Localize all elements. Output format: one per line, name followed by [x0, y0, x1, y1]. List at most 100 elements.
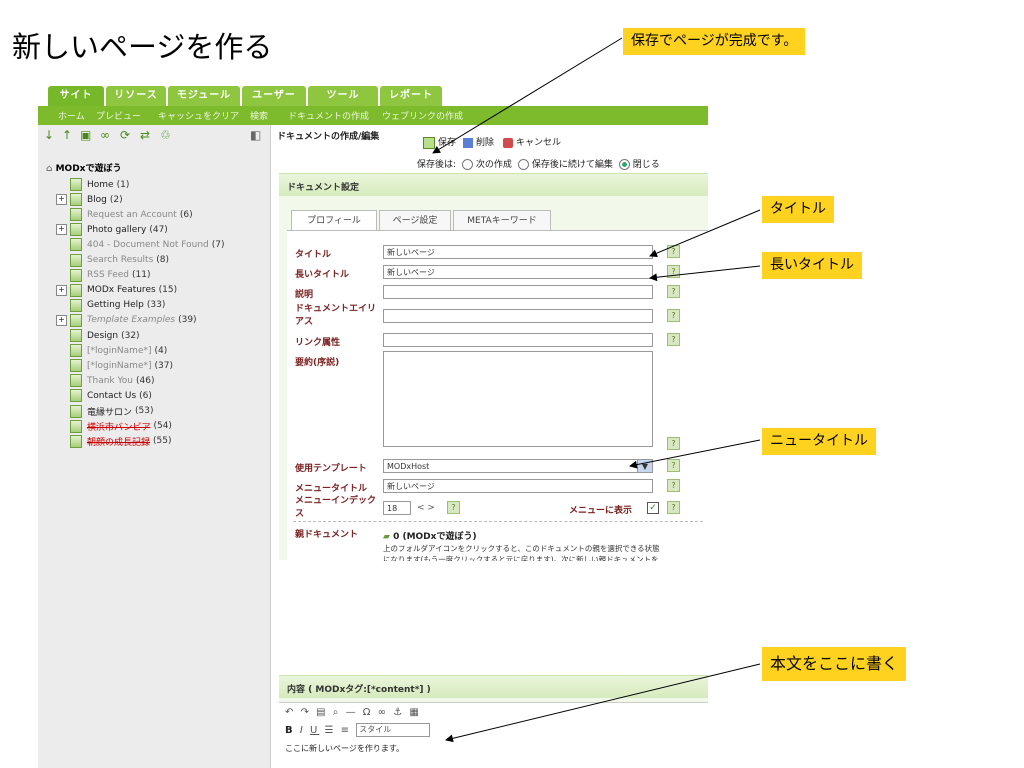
tree-item[interactable]: Design (32): [56, 328, 140, 343]
radio-close[interactable]: [618, 159, 630, 170]
subnav-create-document[interactable]: ドキュメントの作成: [288, 109, 369, 122]
tree-item[interactable]: Thank You (46): [56, 373, 155, 388]
tree-item[interactable]: RSS Feed (11): [56, 268, 151, 283]
tab-site[interactable]: サイト: [48, 86, 104, 106]
help-icon[interactable]: ?: [667, 479, 680, 492]
help-icon[interactable]: ?: [667, 309, 680, 322]
callout-new-title: ニュータイトル: [762, 428, 876, 455]
hide-tree-icon[interactable]: ◧: [250, 128, 261, 142]
tab-tools[interactable]: ツール: [308, 86, 378, 106]
undo-icon[interactable]: ↶: [285, 707, 295, 718]
tab-resources[interactable]: リソース: [106, 86, 166, 106]
tree-item[interactable]: Home (1): [56, 177, 129, 192]
help-icon[interactable]: ?: [667, 501, 680, 514]
template-select[interactable]: MODxHost ▼: [383, 459, 653, 473]
tree-item[interactable]: + Template Examples (39): [56, 313, 197, 328]
collapse-tree-icon[interactable]: ↑: [62, 128, 72, 142]
description-input[interactable]: [383, 285, 653, 299]
tab-profile[interactable]: プロフィール: [291, 210, 377, 231]
align-icon[interactable]: ≡: [341, 725, 351, 736]
cancel-button[interactable]: キャンセル: [503, 135, 561, 148]
sub-nav-bar: ホーム プレビュー キャッシュをクリア 検索 ドキュメントの作成 ウェブリンクの…: [38, 106, 708, 125]
subnav-home[interactable]: ホーム: [58, 109, 85, 122]
help-icon[interactable]: ?: [667, 265, 680, 278]
new-document-icon[interactable]: ▣: [80, 128, 91, 142]
tree-item-id: (6): [179, 209, 193, 220]
expand-node-icon[interactable]: +: [56, 314, 67, 326]
help-icon[interactable]: ?: [667, 245, 680, 258]
tab-modules[interactable]: モジュール: [168, 86, 240, 106]
redo-icon[interactable]: ↷: [301, 707, 311, 718]
alias-input[interactable]: [383, 309, 653, 323]
subnav-clear-cache[interactable]: キャッシュをクリア: [158, 109, 239, 122]
help-icon[interactable]: ?: [447, 501, 460, 514]
tree-item[interactable]: Request an Account (6): [56, 207, 193, 222]
expand-node-icon[interactable]: +: [56, 224, 67, 236]
link-attributes-input[interactable]: [383, 333, 653, 347]
list-icon[interactable]: ☰: [324, 725, 335, 736]
menutitle-label: メニュータイトル: [295, 484, 368, 494]
anchor-icon[interactable]: ⚓: [393, 707, 404, 718]
menuindex-arrows[interactable]: < >: [417, 503, 435, 513]
subnav-search[interactable]: 検索: [250, 109, 268, 122]
radio-new[interactable]: [461, 159, 473, 170]
sort-tree-icon[interactable]: ⇄: [140, 128, 150, 142]
omega-icon[interactable]: Ω: [363, 707, 373, 718]
find-icon[interactable]: ⌕: [333, 707, 341, 718]
tree-item[interactable]: [*loginName*] (4): [56, 343, 167, 358]
tree-item[interactable]: 朝顔の成長記録 (55): [56, 434, 172, 449]
refresh-tree-icon[interactable]: ⟳: [120, 128, 130, 142]
radio-continue[interactable]: [517, 159, 529, 170]
help-icon[interactable]: ?: [667, 333, 680, 346]
tree-item-id: (53): [135, 406, 154, 416]
paste-icon[interactable]: ▤: [316, 707, 327, 718]
italic-icon[interactable]: I: [300, 725, 305, 736]
tab-reports[interactable]: レポート: [380, 86, 442, 106]
save-button[interactable]: 保存: [423, 135, 456, 149]
editor-body-text[interactable]: ここに新しいページを作ります。: [285, 743, 404, 754]
tree-item[interactable]: 横浜市バンビア (54): [56, 419, 172, 434]
showinmenu-checkbox[interactable]: ✓: [647, 502, 659, 514]
tab-page-settings[interactable]: ページ設定: [379, 210, 451, 231]
parent-value[interactable]: ▰ 0 (MODxで遊ぼう): [383, 529, 477, 542]
bold-icon[interactable]: B: [285, 725, 295, 736]
tree-item[interactable]: + Blog (2): [56, 192, 123, 207]
editor-toolbar-row1: ↶ ↷ ▤ ⌕ — Ω ∞ ⚓ ▦: [285, 707, 421, 718]
tree-item-id: (47): [149, 224, 168, 235]
menutitle-input[interactable]: 新しいページ: [383, 479, 653, 493]
menuindex-input[interactable]: 18: [383, 501, 411, 515]
tree-item[interactable]: Contact Us (6): [56, 388, 152, 403]
title-input[interactable]: 新しいページ: [383, 245, 653, 259]
trash-icon[interactable]: ♲: [160, 128, 171, 142]
subnav-create-weblink[interactable]: ウェブリンクの作成: [382, 109, 463, 122]
expand-node-icon[interactable]: +: [56, 284, 67, 296]
tab-users[interactable]: ユーザー: [242, 86, 306, 106]
expand-tree-icon[interactable]: ↓: [44, 128, 54, 142]
underline-icon[interactable]: U: [310, 725, 319, 736]
tree-item[interactable]: Search Results (8): [56, 253, 169, 268]
subnav-preview[interactable]: プレビュー: [96, 109, 141, 122]
tree-item[interactable]: + Photo gallery (47): [56, 222, 168, 237]
tree-item[interactable]: Getting Help (33): [56, 298, 165, 313]
tree-item[interactable]: 竜縁サロン (53): [56, 404, 154, 419]
folder-icon[interactable]: ▰: [383, 532, 390, 542]
hr-icon[interactable]: —: [346, 707, 358, 718]
image-icon[interactable]: ▦: [409, 707, 420, 718]
link-icon[interactable]: ∞: [378, 707, 388, 718]
delete-button[interactable]: 削除: [463, 135, 494, 148]
help-icon[interactable]: ?: [667, 459, 680, 472]
help-icon[interactable]: ?: [667, 437, 680, 450]
longtitle-input[interactable]: 新しいページ: [383, 265, 653, 279]
tree-item[interactable]: 404 - Document Not Found (7): [56, 237, 225, 252]
new-weblink-icon[interactable]: ∞: [100, 128, 110, 142]
style-select[interactable]: スタイル: [356, 723, 431, 737]
tab-meta-keywords[interactable]: METAキーワード: [453, 210, 551, 231]
tree-item[interactable]: + MODx Features (15): [56, 283, 177, 298]
tree-item-label: Request an Account: [87, 209, 177, 220]
summary-textarea[interactable]: [383, 351, 653, 447]
tree-item[interactable]: [*loginName*] (37): [56, 358, 173, 373]
tree-root[interactable]: ⌂ MODxで遊ぼう: [46, 161, 121, 174]
expand-node-icon[interactable]: +: [56, 194, 67, 206]
rich-text-editor[interactable]: ↶ ↷ ▤ ⌕ — Ω ∞ ⚓ ▦ B I U ☰ ≡ スタイル ここに新しいペ…: [279, 702, 708, 768]
help-icon[interactable]: ?: [667, 285, 680, 298]
